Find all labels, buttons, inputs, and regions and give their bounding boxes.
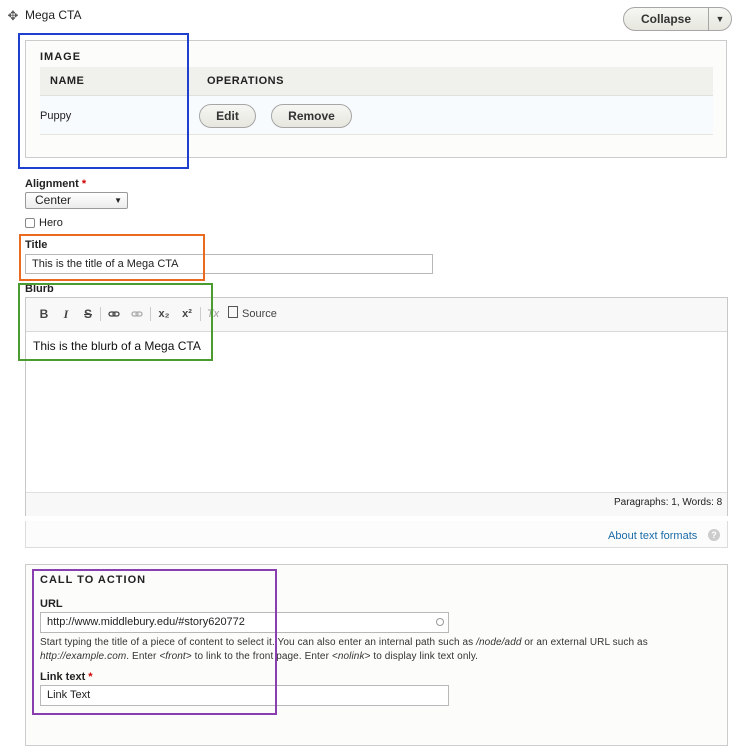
paragraph-title: Mega CTA xyxy=(25,8,82,22)
alignment-label: Alignment * xyxy=(25,178,86,190)
select-arrow-icon: ▼ xyxy=(114,196,122,205)
source-icon xyxy=(228,306,238,318)
autocomplete-indicator-icon xyxy=(436,618,444,626)
word-count: Paragraphs: 1, Words: 8 xyxy=(614,497,723,508)
alignment-selected-value: Center xyxy=(35,193,72,207)
highlight-box-call-to-action xyxy=(32,569,277,715)
help-text: to display link text only. xyxy=(370,651,479,662)
alignment-label-text: Alignment xyxy=(25,178,79,190)
hero-label: Hero xyxy=(39,217,63,229)
highlight-box-blurb xyxy=(18,283,213,361)
collapse-button[interactable]: Collapse xyxy=(624,8,709,30)
about-text-formats-link[interactable]: About text formats xyxy=(608,530,697,542)
source-label: Source xyxy=(242,308,277,320)
highlight-box-title xyxy=(19,234,205,281)
edit-button[interactable]: Edit xyxy=(199,104,256,128)
column-header-operations: OPERATIONS xyxy=(207,75,284,87)
move-icon[interactable]: ✥ xyxy=(6,9,20,23)
help-icon[interactable]: ? xyxy=(708,529,720,541)
alignment-select[interactable]: Center ▼ xyxy=(25,192,128,209)
help-text: or an external URL such as xyxy=(521,637,648,648)
source-button[interactable]: Source xyxy=(228,305,280,323)
hero-checkbox[interactable] xyxy=(25,218,35,228)
chevron-down-icon[interactable]: ▼ xyxy=(709,8,731,30)
help-example-nolink: <nolink> xyxy=(331,651,371,662)
collapse-button-group: Collapse ▼ xyxy=(623,7,732,31)
required-mark: * xyxy=(81,178,87,190)
highlight-box-image xyxy=(18,33,189,169)
remove-button[interactable]: Remove xyxy=(271,104,352,128)
help-example-path: /node/add xyxy=(476,637,522,648)
